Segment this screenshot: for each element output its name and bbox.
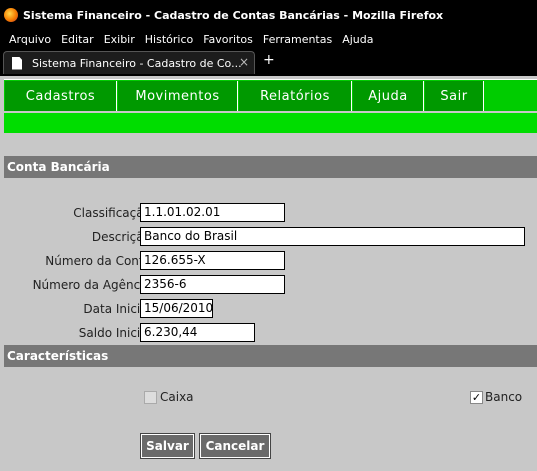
numero-agencia-field[interactable]: 2356-6	[140, 275, 285, 294]
nav-relatorios[interactable]: Relatórios	[239, 81, 352, 111]
numero-agencia-label: Número da Agência:	[32, 278, 155, 292]
tab-bar: Sistema Financeiro - Cadastro de Co... ×…	[0, 49, 537, 76]
menu-bar: Arquivo Editar Exibir Histórico Favorito…	[0, 30, 537, 49]
section-conta-bancaria: Conta Bancária	[4, 156, 537, 178]
menu-arquivo[interactable]: Arquivo	[9, 33, 51, 46]
menu-historico[interactable]: Histórico	[145, 33, 193, 46]
classificacao-field[interactable]: 1.1.01.02.01	[140, 203, 285, 222]
nav-movimentos[interactable]: Movimentos	[118, 81, 238, 111]
window-titlebar: Sistema Financeiro - Cadastro de Contas …	[0, 0, 537, 30]
nav-cadastros[interactable]: Cadastros	[5, 81, 117, 111]
caixa-checkbox[interactable]	[144, 391, 157, 404]
menu-ajuda[interactable]: Ajuda	[342, 33, 373, 46]
banco-label: Banco	[485, 390, 523, 404]
classificacao-label: Classificação:	[73, 206, 155, 220]
banco-checkbox[interactable]: ✓	[470, 391, 483, 404]
firefox-icon	[4, 8, 18, 22]
main-nav: Cadastros Movimentos Relatórios Ajuda Sa…	[4, 79, 537, 111]
tab-title: Sistema Financeiro - Cadastro de Co...	[32, 56, 242, 70]
caixa-label: Caixa	[160, 390, 194, 404]
descricao-field[interactable]: Banco do Brasil	[140, 227, 525, 246]
saldo-inicial-field[interactable]: 6.230,44	[140, 323, 255, 342]
data-inicial-field[interactable]: 15/06/2010	[140, 299, 213, 318]
menu-editar[interactable]: Editar	[61, 33, 94, 46]
numero-conta-label: Número da Conta:	[45, 254, 155, 268]
window-title: Sistema Financeiro - Cadastro de Contas …	[23, 8, 444, 22]
browser-tab[interactable]: Sistema Financeiro - Cadastro de Co... ×	[3, 51, 255, 74]
saldo-inicial-label: Saldo Inicial:	[78, 326, 155, 340]
numero-conta-field[interactable]: 126.655-X	[140, 251, 285, 270]
menu-exibir[interactable]: Exibir	[104, 33, 135, 46]
nav-sair[interactable]: Sair	[425, 81, 484, 111]
descricao-label: Descrição:	[91, 230, 155, 244]
close-tab-icon[interactable]: ×	[239, 55, 249, 69]
menu-favoritos[interactable]: Favoritos	[203, 33, 253, 46]
data-inicial-label: Data Inicial:	[83, 302, 155, 316]
nav-ajuda[interactable]: Ajuda	[353, 81, 424, 111]
page-icon	[12, 56, 22, 70]
green-bar	[4, 113, 537, 133]
salvar-button[interactable]: Salvar	[140, 433, 195, 459]
cancelar-button[interactable]: Cancelar	[199, 433, 271, 459]
menu-ferramentas[interactable]: Ferramentas	[263, 33, 332, 46]
new-tab-icon[interactable]: +	[263, 52, 275, 68]
section-caracteristicas: Características	[4, 345, 537, 367]
